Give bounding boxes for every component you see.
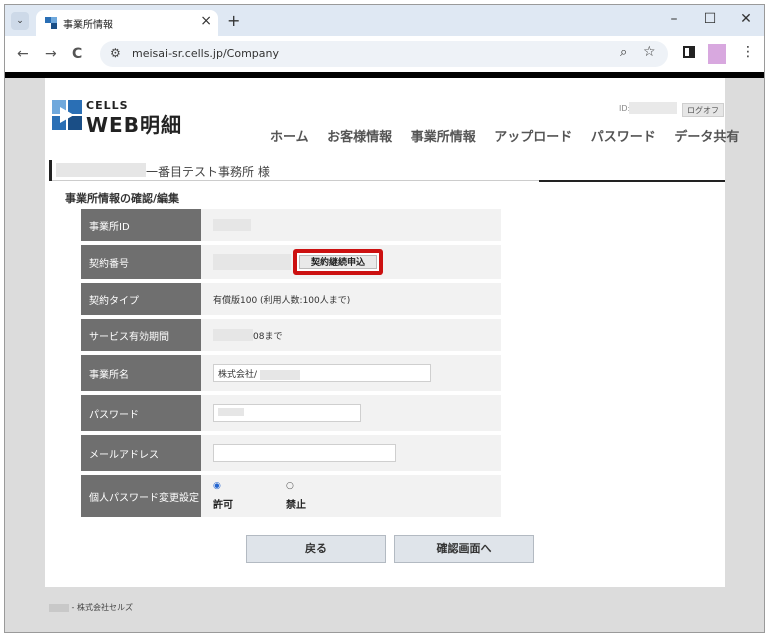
office-id-label: 事業所ID: [81, 209, 201, 241]
page-sheet: CELLS WEB明細 ID: ログオフ ホーム お客様情報 事業所情報 アップ…: [45, 78, 739, 587]
deny-radio[interactable]: ○: [286, 481, 326, 491]
browser-toolbar: ← → C ⚙ meisai-sr.cells.jp/Company ⌕ ☆ ⋮: [5, 36, 764, 72]
contract-type-value: 有償版100 (利用人数:100人まで): [213, 295, 351, 306]
profile-avatar[interactable]: [708, 44, 726, 64]
tab-close-icon[interactable]: ×: [200, 13, 212, 29]
nav-office-info[interactable]: 事業所情報: [411, 130, 476, 145]
email-cell: [201, 435, 501, 471]
reload-icon[interactable]: C: [72, 46, 82, 62]
password-cell: [201, 395, 501, 431]
tab-strip: ⌄ 事業所情報 × + – ☐ ✕: [5, 5, 764, 36]
minimize-button[interactable]: –: [659, 11, 689, 27]
tab-title: 事業所情報: [63, 20, 113, 31]
browser-window: ⌄ 事業所情報 × + – ☐ ✕ ← → C ⚙ meisai-sr.cell…: [4, 4, 765, 633]
row-office-name: 事業所名 株式会社/: [81, 355, 501, 391]
footer-copyright-redacted: [49, 603, 69, 612]
office-name-input-value: 株式会社/: [218, 370, 258, 380]
password-input[interactable]: [213, 404, 361, 422]
global-nav: ホーム お客様情報 事業所情報 アップロード パスワード データ共有: [270, 126, 739, 145]
deny-option[interactable]: ○ 禁止: [286, 481, 326, 511]
office-name-redacted: [56, 163, 146, 177]
password-redacted: [218, 407, 244, 416]
forward-arrow-icon[interactable]: →: [45, 46, 57, 62]
office-name-input[interactable]: 株式会社/: [213, 364, 431, 382]
service-period-label: サービス有効期間: [81, 319, 201, 351]
row-contract-type: 契約タイプ 有償版100 (利用人数:100人まで): [81, 283, 501, 315]
section-title: 事業所情報の確認/編集: [65, 192, 180, 205]
url-text[interactable]: meisai-sr.cells.jp/Company: [132, 47, 279, 60]
nav-customer-info[interactable]: お客様情報: [327, 130, 392, 145]
user-id-redacted: [629, 102, 677, 114]
office-name-input-redacted: [259, 369, 300, 380]
tab-active[interactable]: 事業所情報 ×: [36, 10, 218, 36]
row-password: パスワード: [81, 395, 501, 431]
row-personal-password: 個人パスワード変更設定 ◉ 許可 ○ 禁止: [81, 475, 501, 517]
logout-button[interactable]: ログオフ: [682, 103, 724, 117]
office-id-value: [201, 209, 501, 241]
allow-radio[interactable]: ◉: [213, 481, 253, 491]
service-period-value: 08まで: [253, 331, 283, 342]
service-period-redacted: [213, 329, 253, 341]
office-form: 事業所ID 契約番号 契約継続申込 契約タイプ 有償版100 (利用人数:100…: [81, 209, 501, 521]
office-header-underline: [539, 180, 725, 182]
contract-renew-button[interactable]: 契約継続申込: [299, 255, 377, 269]
allow-option[interactable]: ◉ 許可: [213, 481, 253, 511]
service-period-cell: 08まで: [201, 319, 501, 351]
confirm-button[interactable]: 確認画面へ: [394, 535, 534, 563]
office-name: 一番目テスト事務所 様: [146, 165, 270, 179]
logo-web-text: WEB明細: [86, 113, 182, 137]
cells-favicon-icon: [45, 17, 57, 29]
nav-home[interactable]: ホーム: [270, 130, 309, 145]
address-bar[interactable]: ⚙ meisai-sr.cells.jp/Company ⌕ ☆: [100, 41, 668, 67]
new-tab-button[interactable]: +: [227, 11, 240, 30]
personal-pw-cell: ◉ 許可 ○ 禁止: [201, 475, 501, 517]
maximize-button[interactable]: ☐: [695, 11, 725, 27]
allow-label: 許可: [213, 500, 233, 511]
cells-logo-icon: [52, 100, 82, 130]
row-office-id: 事業所ID: [81, 209, 501, 241]
password-label: パスワード: [81, 395, 201, 431]
row-contract-no: 契約番号 契約継続申込: [81, 245, 501, 279]
close-window-button[interactable]: ✕: [731, 11, 761, 27]
email-input[interactable]: [213, 444, 396, 462]
page-background: CELLS WEB明細 ID: ログオフ ホーム お客様情報 事業所情報 アップ…: [5, 78, 764, 632]
office-name-label: 事業所名: [81, 355, 201, 391]
bookmark-star-icon[interactable]: ☆: [643, 44, 656, 60]
zoom-icon[interactable]: ⌕: [620, 45, 627, 60]
office-header-accent: [49, 160, 52, 181]
office-id-redacted: [213, 219, 251, 231]
nav-data-share[interactable]: データ共有: [674, 130, 739, 145]
site-info-icon[interactable]: ⚙: [110, 46, 121, 60]
back-button[interactable]: 戻る: [246, 535, 386, 563]
deny-label: 禁止: [286, 500, 306, 511]
nav-password[interactable]: パスワード: [591, 130, 656, 145]
footer: - 株式会社セルズ: [49, 602, 133, 613]
office-name-cell: 株式会社/: [201, 355, 501, 391]
side-panel-icon[interactable]: [683, 46, 695, 58]
row-service-period: サービス有効期間 08まで: [81, 319, 501, 351]
browser-menu-icon[interactable]: ⋮: [741, 44, 755, 60]
personal-pw-label: 個人パスワード変更設定: [81, 475, 201, 517]
row-email: メールアドレス: [81, 435, 501, 471]
office-header: 一番目テスト事務所 様: [49, 160, 725, 182]
contract-type-label: 契約タイプ: [81, 283, 201, 315]
nav-upload[interactable]: アップロード: [494, 130, 572, 145]
tab-search-icon[interactable]: ⌄: [11, 12, 29, 30]
contract-renew-highlight: 契約継続申込: [293, 249, 383, 275]
footer-text: - 株式会社セルズ: [71, 603, 133, 612]
email-label: メールアドレス: [81, 435, 201, 471]
back-arrow-icon[interactable]: ←: [17, 46, 29, 62]
contract-no-label: 契約番号: [81, 245, 201, 279]
site-logo[interactable]: CELLS WEB明細: [52, 99, 192, 137]
contract-no-value: 契約継続申込: [201, 245, 501, 279]
contract-no-redacted: [213, 254, 291, 270]
